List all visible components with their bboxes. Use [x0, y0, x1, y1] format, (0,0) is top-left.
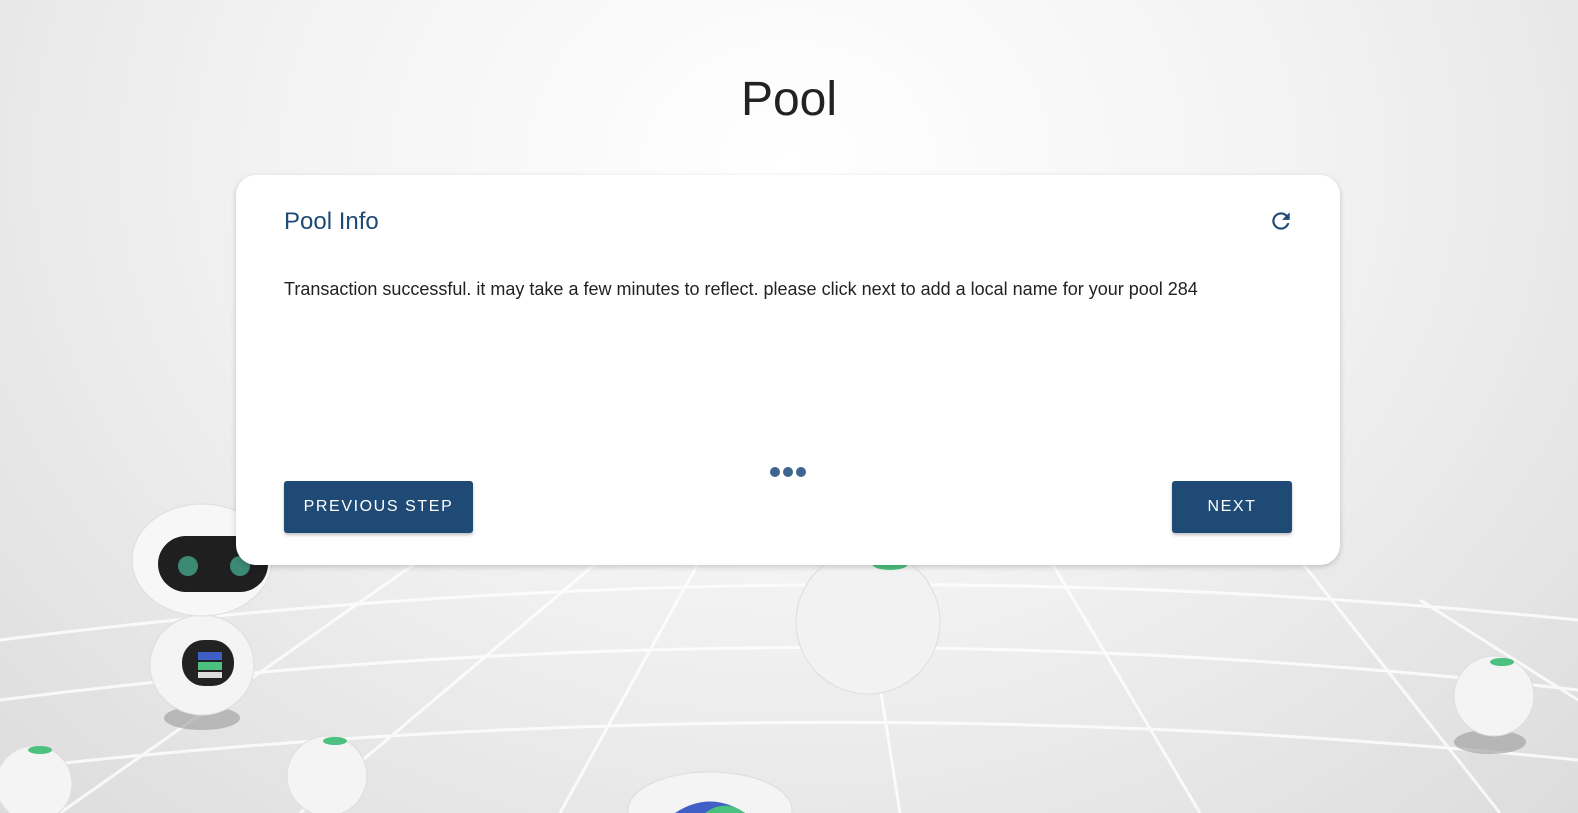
page-title: Pool — [740, 73, 838, 126]
next-button[interactable]: NEXT — [1172, 481, 1292, 533]
dish-bot — [627, 771, 793, 813]
refresh-icon[interactable] — [1268, 208, 1294, 234]
transaction-message: Transaction successful. it may take a fe… — [284, 279, 1198, 299]
card-title: Pool Info — [284, 208, 379, 235]
sphere-bot — [286, 735, 368, 813]
loading-dots-icon — [770, 465, 810, 479]
sphere-bot — [0, 745, 73, 813]
sphere-bot — [795, 550, 941, 695]
loading-dot — [796, 467, 806, 477]
loading-dot — [783, 467, 793, 477]
sphere-bot — [1453, 655, 1535, 754]
pool-info-card: Pool Info Transaction successful. it may… — [236, 175, 1340, 565]
loading-dot — [770, 467, 780, 477]
previous-step-button[interactable]: PREVIOUS STEP — [284, 481, 473, 533]
